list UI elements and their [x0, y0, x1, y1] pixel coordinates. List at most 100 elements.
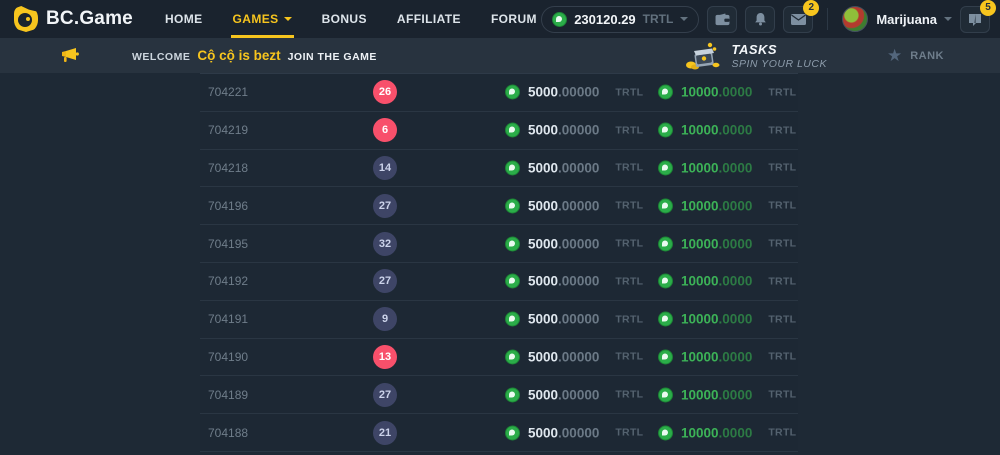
roll-result-badge: 6 [373, 118, 397, 142]
payout-amount-int: 10000 [681, 312, 719, 327]
mail-button[interactable]: 2 [783, 6, 813, 33]
payout-amount-dec: .0000 [719, 198, 753, 213]
bet-row[interactable]: 704190 13 5000 .00000 TRTL 10000 .0000 T… [200, 339, 798, 377]
bet-amount: 5000 .00000 TRTL [505, 236, 643, 251]
chat-button[interactable]: 5 [960, 6, 990, 33]
bet-row[interactable]: 704218 14 5000 .00000 TRTL 10000 .0000 T… [200, 150, 798, 188]
trtl-coin-icon [505, 349, 520, 364]
payout-amount: 10000 .0000 TRTL [658, 349, 796, 364]
nav-item-affiliate[interactable]: AFFILIATE [397, 0, 461, 38]
bet-id: 704196 [208, 199, 248, 213]
bet-amount-dec: .00000 [558, 312, 599, 327]
active-tab-underline [231, 35, 294, 38]
bcgame-logo-text: BC.Game [46, 8, 133, 30]
bet-currency-label: TRTL [615, 389, 643, 401]
tasks-widget[interactable]: TASKS SPIN YOUR LUCK [683, 41, 827, 71]
balance-selector[interactable]: 230120.29 TRTL [541, 6, 699, 33]
payout-currency-label: TRTL [768, 389, 796, 401]
payout-amount-dec: .0000 [719, 349, 753, 364]
star-icon: ★ [887, 47, 902, 64]
bet-amount-int: 5000 [528, 349, 558, 364]
bet-amount-int: 5000 [528, 425, 558, 440]
bet-id: 704221 [208, 85, 248, 99]
nav-item-label: BONUS [322, 12, 367, 26]
nav-item-bonus[interactable]: BONUS [322, 0, 367, 38]
roll-result-badge: 26 [373, 80, 397, 104]
bet-history-table: 704221 26 5000 .00000 TRTL 10000 .0000 T… [200, 73, 798, 452]
bet-currency-label: TRTL [615, 427, 643, 439]
nav-item-home[interactable]: HOME [165, 0, 203, 38]
nav-item-games[interactable]: GAMES [233, 0, 292, 38]
payout-currency-label: TRTL [768, 313, 796, 325]
bet-row[interactable]: 704188 21 5000 .00000 TRTL 10000 .0000 T… [200, 414, 798, 452]
payout-amount-dec: .0000 [719, 274, 753, 289]
payout-currency-label: TRTL [768, 200, 796, 212]
trtl-coin-icon [658, 387, 673, 402]
bet-amount-dec: .00000 [558, 236, 599, 251]
bet-row[interactable]: 704196 27 5000 .00000 TRTL 10000 .0000 T… [200, 187, 798, 225]
bet-amount-dec: .00000 [558, 349, 599, 364]
payout-currency-label: TRTL [768, 124, 796, 136]
bet-amount-int: 5000 [528, 123, 558, 138]
payout-amount-dec: .0000 [719, 123, 753, 138]
chevron-down-icon [680, 17, 688, 21]
bet-currency-label: TRTL [615, 351, 643, 363]
bet-id: 704188 [208, 426, 248, 440]
payout-amount-dec: .0000 [719, 85, 753, 100]
trtl-coin-icon [658, 274, 673, 289]
payout-amount-dec: .0000 [719, 387, 753, 402]
trtl-coin-icon [505, 274, 520, 289]
payout-amount: 10000 .0000 TRTL [658, 198, 796, 213]
bet-row[interactable]: 704191 9 5000 .00000 TRTL 10000 .0000 TR… [200, 301, 798, 339]
roll-result-badge: 32 [373, 232, 397, 256]
chevron-down-icon [284, 17, 292, 21]
payout-amount-int: 10000 [681, 160, 719, 175]
roll-result-badge: 13 [373, 345, 397, 369]
trtl-coin-icon [505, 198, 520, 213]
roll-result-badge: 14 [373, 156, 397, 180]
bet-currency-label: TRTL [615, 200, 643, 212]
wallet-button[interactable] [707, 6, 737, 33]
bet-row[interactable]: 704219 6 5000 .00000 TRTL 10000 .0000 TR… [200, 112, 798, 150]
bet-row[interactable]: 704192 27 5000 .00000 TRTL 10000 .0000 T… [200, 263, 798, 301]
payout-amount-int: 10000 [681, 387, 719, 402]
bet-currency-label: TRTL [615, 86, 643, 98]
roll-result-badge: 27 [373, 194, 397, 218]
notifications-button[interactable] [745, 6, 775, 33]
bet-amount-dec: .00000 [558, 387, 599, 402]
bet-amount: 5000 .00000 TRTL [505, 274, 643, 289]
bet-row[interactable]: 704195 32 5000 .00000 TRTL 10000 .0000 T… [200, 225, 798, 263]
payout-currency-label: TRTL [768, 275, 796, 287]
payout-amount: 10000 .0000 TRTL [658, 387, 796, 402]
bet-amount-int: 5000 [528, 160, 558, 175]
top-header: BC.Game HOME GAMES BONUS AFFILIATE FORUM… [0, 0, 1000, 38]
bet-row[interactable]: 704221 26 5000 .00000 TRTL 10000 .0000 T… [200, 74, 798, 112]
bet-amount-dec: .00000 [558, 198, 599, 213]
trtl-coin-icon [505, 85, 520, 100]
tasks-subtitle: SPIN YOUR LUCK [731, 58, 827, 70]
bet-amount: 5000 .00000 TRTL [505, 198, 643, 213]
bet-amount: 5000 .00000 TRTL [505, 160, 643, 175]
nav-item-forum[interactable]: FORUM [491, 0, 537, 38]
bet-currency-label: TRTL [615, 313, 643, 325]
trtl-coin-icon [505, 425, 520, 440]
bet-amount-int: 5000 [528, 274, 558, 289]
payout-currency-label: TRTL [768, 86, 796, 98]
payout-amount: 10000 .0000 TRTL [658, 312, 796, 327]
trtl-coin-icon [658, 85, 673, 100]
avatar[interactable] [842, 6, 868, 32]
user-menu[interactable]: Marijuana [876, 12, 952, 27]
bet-row[interactable]: 704189 27 5000 .00000 TRTL 10000 .0000 T… [200, 376, 798, 414]
balance-currency: TRTL [643, 12, 674, 26]
payout-amount: 10000 .0000 TRTL [658, 85, 796, 100]
bcgame-logo[interactable]: BC.Game [14, 6, 133, 32]
payout-amount-dec: .0000 [719, 160, 753, 175]
rank-widget[interactable]: ★ RANK [887, 47, 944, 64]
bet-amount: 5000 .00000 TRTL [505, 349, 643, 364]
banner-right-group: TASKS SPIN YOUR LUCK ★ RANK [683, 41, 984, 71]
bet-currency-label: TRTL [615, 275, 643, 287]
bet-currency-label: TRTL [615, 162, 643, 174]
welcome-message: WELCOME Cộ cộ is bezt JOIN THE GAME [132, 48, 377, 63]
balance-amount: 230120.29 [574, 12, 635, 27]
bet-amount: 5000 .00000 TRTL [505, 123, 643, 138]
